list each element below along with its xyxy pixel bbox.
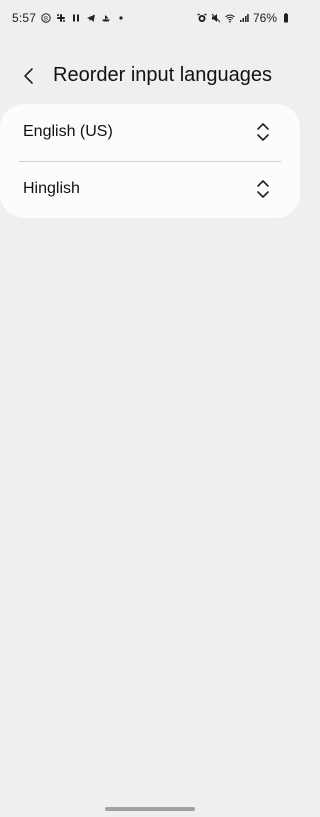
status-bar-right: 76%: [197, 11, 291, 25]
reorder-handle[interactable]: [254, 121, 272, 143]
mute-icon: [211, 13, 221, 23]
svg-text:B: B: [44, 16, 48, 22]
list-item-language[interactable]: Hinglish: [0, 161, 300, 218]
battery-percentage: 76%: [252, 11, 277, 25]
page-title: Reorder input languages: [53, 64, 273, 86]
chevron-left-icon: [24, 68, 33, 84]
boat-icon: [101, 13, 111, 23]
reorder-icon: [257, 180, 269, 198]
reorder-icon: [257, 123, 269, 141]
status-bar: 5:57 B 76%: [0, 0, 300, 36]
gesture-nav-handle[interactable]: [105, 807, 195, 811]
slack-icon: [56, 13, 66, 23]
signal-icon: [239, 13, 249, 23]
pause-icon: [71, 13, 81, 23]
app-bar: Reorder input languages: [0, 58, 300, 94]
status-time: 5:57: [12, 11, 37, 25]
language-label: English (US): [23, 123, 113, 140]
languages-list: English (US) Hinglish: [0, 104, 300, 218]
battery-icon: [281, 13, 291, 23]
language-label: Hinglish: [23, 180, 80, 197]
wifi-icon: [225, 13, 235, 23]
reorder-handle[interactable]: [254, 178, 272, 200]
list-item-language[interactable]: English (US): [0, 104, 300, 161]
status-bar-left: 5:57 B: [12, 11, 126, 25]
dot-icon: [116, 13, 126, 23]
reorder-languages-screen: 5:57 B 76% Reorder input languages Engli…: [0, 0, 300, 817]
b-circle-icon: B: [41, 13, 51, 23]
telegram-icon: [86, 13, 96, 23]
back-button[interactable]: [14, 58, 44, 94]
alarm-icon: [197, 13, 207, 23]
